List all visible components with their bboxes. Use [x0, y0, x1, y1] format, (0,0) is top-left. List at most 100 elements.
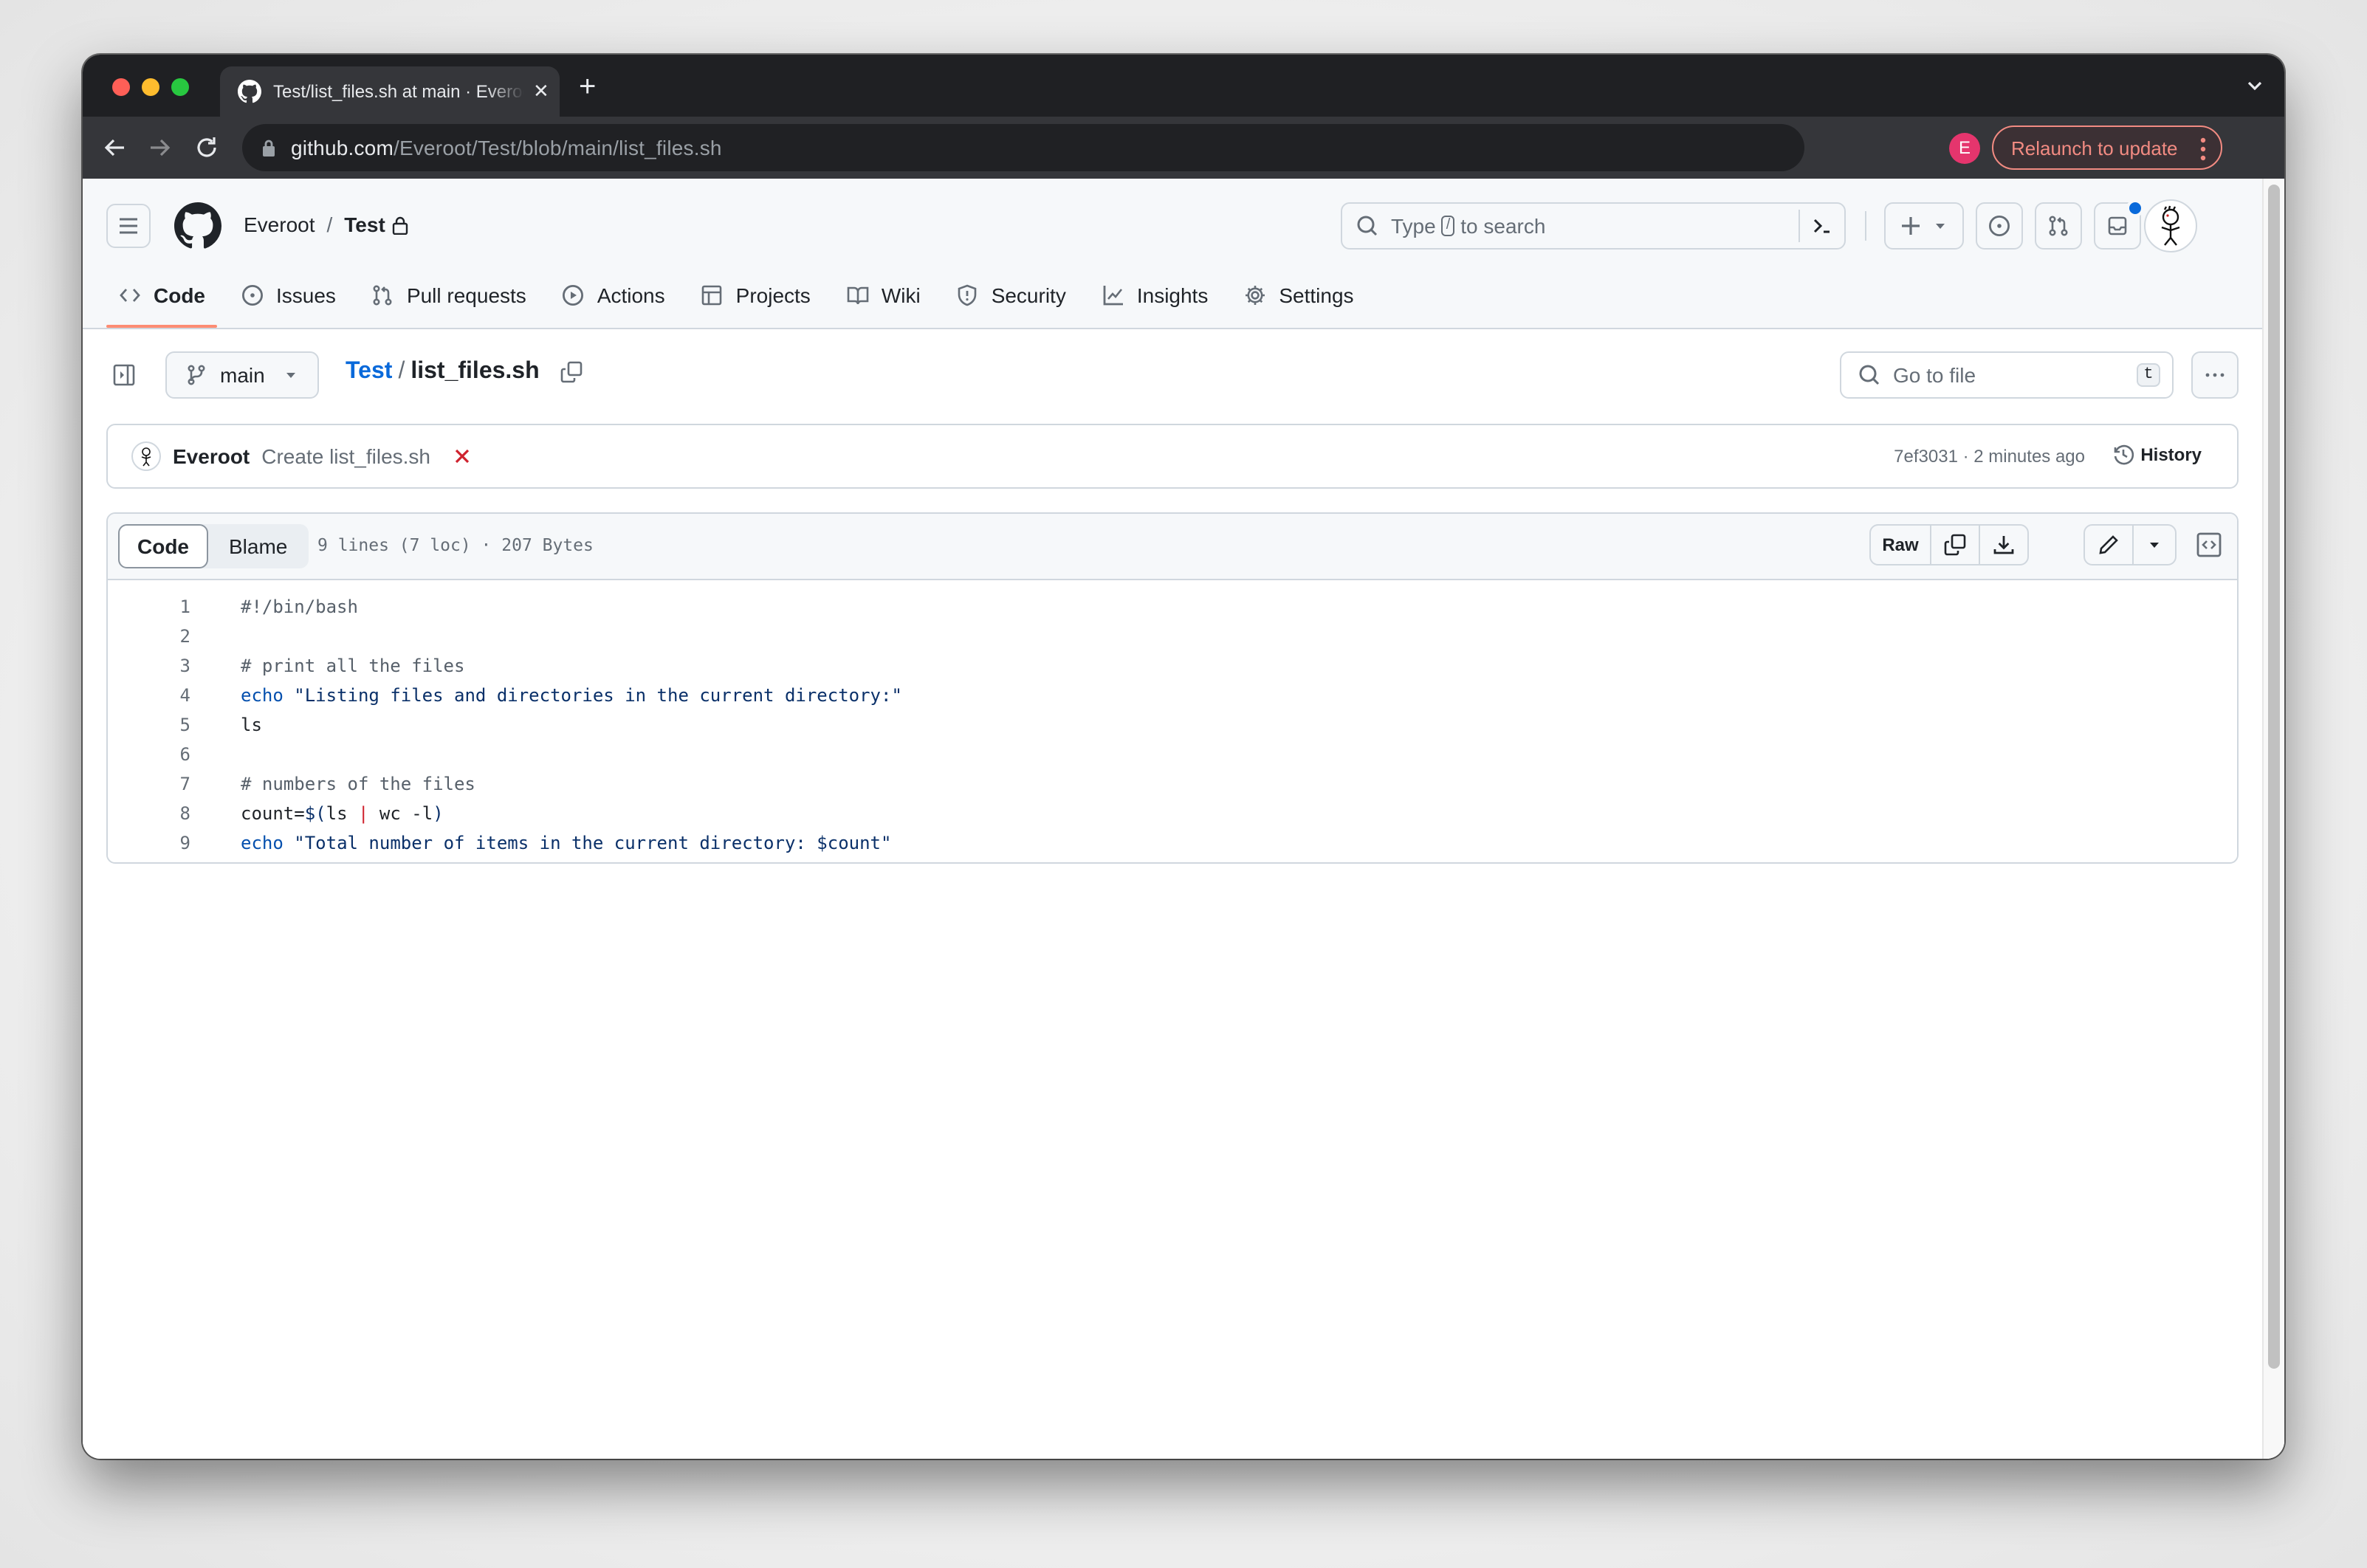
tab-search-chevron-icon[interactable] — [2246, 77, 2264, 94]
relaunch-to-update-button[interactable]: Relaunch to update — [1992, 125, 2222, 170]
url-host: github.com — [291, 136, 394, 159]
owner-link[interactable]: Everoot — [244, 213, 315, 236]
go-to-file-input[interactable]: Go to file t — [1840, 351, 2174, 399]
github-header: Everoot / Test Type / to search Code Iss… — [83, 179, 2262, 329]
copy-raw-button[interactable] — [1930, 526, 1979, 564]
line-content: count=$(ls | wc -l) — [241, 799, 444, 828]
search-icon — [1859, 365, 1880, 385]
blame-view-button[interactable]: Blame — [208, 524, 308, 568]
tab-settings[interactable]: Settings — [1231, 273, 1365, 317]
kebab-menu-icon[interactable] — [2200, 137, 2206, 161]
avatar-stick-figure-icon — [2161, 205, 2180, 246]
maximize-window-button[interactable] — [171, 78, 189, 96]
code-token: echo — [241, 685, 284, 706]
tab-pull-requests[interactable]: Pull requests — [360, 273, 538, 317]
tab-actions[interactable]: Actions — [550, 273, 677, 317]
tab-settings-label: Settings — [1279, 283, 1354, 307]
branch-selector[interactable]: main — [165, 351, 319, 399]
commit-message[interactable]: Create list_files.sh — [261, 444, 430, 468]
minimize-window-button[interactable] — [142, 78, 159, 96]
download-button[interactable] — [1979, 526, 2027, 564]
reload-icon[interactable] — [192, 133, 221, 162]
close-window-button[interactable] — [112, 78, 130, 96]
pull-requests-button[interactable] — [2035, 202, 2082, 250]
command-palette-button[interactable] — [1799, 210, 1844, 242]
github-page: Everoot / Test Type / to search Code Iss… — [83, 179, 2262, 1459]
more-options-button[interactable] — [2191, 351, 2239, 399]
edit-options-dropdown[interactable] — [2132, 526, 2175, 564]
search-suffix: to search — [1460, 214, 1546, 238]
line-number[interactable]: 7 — [108, 769, 190, 799]
line-number[interactable]: 4 — [108, 681, 190, 710]
caret-down-icon — [286, 373, 296, 378]
lock-icon[interactable] — [261, 139, 276, 157]
tab-security-label: Security — [991, 283, 1066, 307]
view-mode-toggle: Code Blame — [118, 524, 309, 568]
commit-author[interactable]: Everoot — [173, 444, 250, 468]
create-new-button[interactable] — [1884, 202, 1964, 250]
global-menu-button[interactable] — [106, 204, 151, 248]
page-scrollbar[interactable] — [2262, 179, 2284, 1459]
browser-tab[interactable]: Test/list_files.sh at main · Everoot/Tes… — [220, 66, 560, 117]
user-avatar[interactable] — [2144, 199, 2197, 252]
gear-icon — [1246, 286, 1265, 305]
tab-projects-label: Projects — [735, 283, 811, 307]
notification-indicator — [2126, 199, 2144, 217]
close-tab-icon[interactable]: ✕ — [533, 80, 549, 103]
address-bar[interactable]: github.com/Everoot/Test/blob/main/list_f… — [242, 124, 1804, 171]
line-number[interactable]: 1 — [108, 592, 190, 622]
tab-wiki[interactable]: Wiki — [834, 273, 932, 317]
line-number[interactable]: 6 — [108, 740, 190, 769]
tab-issues[interactable]: Issues — [229, 273, 348, 317]
code-token: # numbers of the files — [241, 774, 475, 794]
symbols-panel-icon[interactable] — [2196, 532, 2222, 558]
repo-root-link[interactable]: Test — [346, 359, 392, 385]
new-tab-button[interactable]: + — [579, 72, 596, 102]
code-token: "Total number of items in the current di… — [294, 833, 892, 853]
tab-issues-label: Issues — [276, 283, 336, 307]
code-token: # print all the files — [241, 656, 465, 676]
play-icon — [563, 284, 584, 306]
github-logo-icon[interactable] — [174, 202, 221, 250]
code-token: ls — [326, 803, 358, 824]
line-number[interactable]: 3 — [108, 651, 190, 681]
tab-projects[interactable]: Projects — [689, 273, 822, 317]
edit-file-button[interactable] — [2085, 526, 2132, 564]
plus-icon — [1902, 217, 1920, 235]
git-branch-icon — [188, 365, 205, 385]
issues-button[interactable] — [1976, 202, 2023, 250]
tab-insights-label: Insights — [1136, 283, 1209, 307]
history-button[interactable]: History — [2111, 443, 2202, 467]
url-text[interactable]: github.com/Everoot/Test/blob/main/list_f… — [291, 136, 722, 159]
repo-link[interactable]: Test — [344, 213, 385, 236]
file-tree-toggle-button[interactable] — [106, 357, 142, 393]
tab-security[interactable]: Security — [944, 273, 1078, 317]
line-number[interactable]: 5 — [108, 710, 190, 740]
profile-avatar[interactable]: E — [1949, 133, 1980, 164]
scrollbar-thumb[interactable] — [2268, 185, 2280, 1369]
inbox-button[interactable] — [2094, 199, 2144, 250]
history-clock-icon — [2114, 444, 2134, 465]
tab-code[interactable]: Code — [106, 273, 217, 328]
line-number[interactable]: 9 — [108, 828, 190, 858]
back-arrow-icon[interactable] — [100, 133, 130, 162]
line-number[interactable]: 8 — [108, 799, 190, 828]
copy-path-icon[interactable] — [560, 360, 584, 384]
raw-button[interactable]: Raw — [1871, 526, 1930, 564]
forward-arrow-icon[interactable] — [145, 133, 174, 162]
line-number[interactable]: 2 — [108, 622, 190, 651]
code-line: 8 count=$(ls | wc -l) — [108, 799, 2237, 828]
code-view-button[interactable]: Code — [118, 524, 208, 568]
tab-insights[interactable]: Insights — [1090, 273, 1220, 317]
download-icon — [1993, 536, 2014, 554]
commit-sha-and-time[interactable]: 7ef3031 · 2 minutes ago — [1894, 446, 2085, 467]
code-line: 3 # print all the files — [108, 651, 2237, 681]
branch-name: main — [220, 363, 265, 387]
line-content: #!/bin/bash — [241, 592, 358, 622]
relaunch-label: Relaunch to update — [2011, 137, 2178, 159]
tab-pull-requests-label: Pull requests — [406, 283, 526, 307]
global-search-input[interactable]: Type / to search — [1341, 202, 1846, 250]
commit-author-avatar[interactable] — [131, 441, 161, 471]
check-failed-x-icon[interactable] — [451, 446, 472, 467]
code-viewer-header: Code Blame 9 lines (7 loc) · 207 Bytes R… — [108, 514, 2237, 580]
